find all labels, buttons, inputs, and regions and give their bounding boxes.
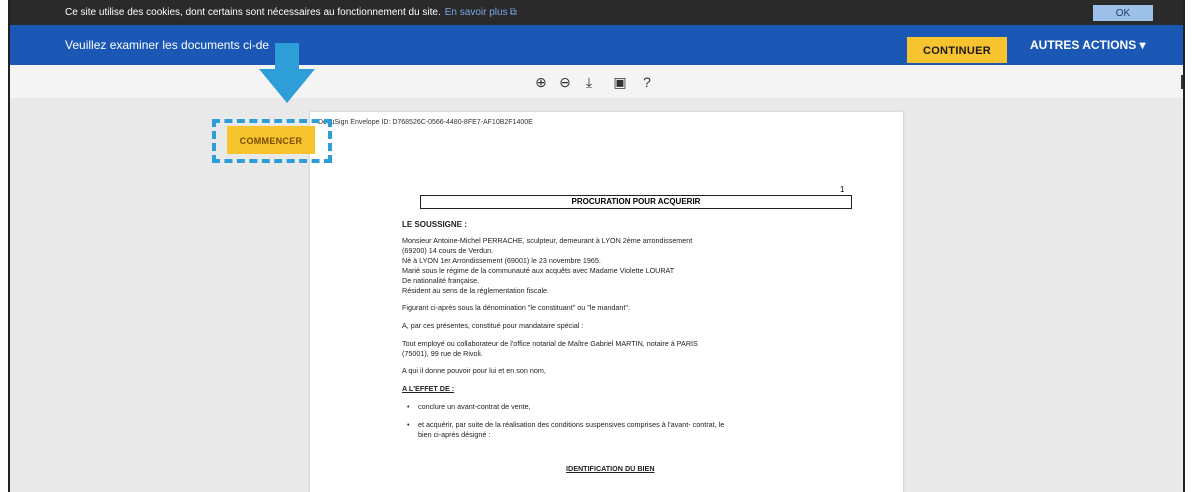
body-line: A, par ces présentes, constitué pour man… xyxy=(402,321,584,330)
print-icon[interactable]: ▣ xyxy=(611,73,629,91)
down-arrow-icon xyxy=(259,43,315,103)
bullet-line: et acquérir, par suite de la réalisation… xyxy=(418,420,725,429)
effect-heading: A L'EFFET DE : xyxy=(402,384,455,393)
body-line: (75001), 99 rue de Rivoli. xyxy=(402,349,483,358)
document-toolbar: ⊕ ⊖ ⤓ ▣ ? xyxy=(10,65,1183,99)
body-line: Tout employé ou collaborateur de l'offic… xyxy=(402,339,698,348)
continue-button[interactable]: CONTINUER xyxy=(907,37,1007,63)
cookie-ok-button[interactable]: OK xyxy=(1093,5,1153,21)
document-title: PROCURATION POUR ACQUERIR xyxy=(420,195,852,209)
body-line: Résident au sens de la réglementation fi… xyxy=(402,286,550,295)
review-instruction: Veuillez examiner les documents ci-de xyxy=(65,38,270,52)
zoom-out-icon[interactable]: ⊖ xyxy=(556,73,574,91)
other-actions-menu[interactable]: AUTRES ACTIONS ▾ xyxy=(1030,38,1146,52)
envelope-id: DocuSign Envelope ID: D768526C-0566-4480… xyxy=(318,119,533,126)
app-frame: Ce site utilise des cookies, dont certai… xyxy=(8,0,1185,492)
document-page: DocuSign Envelope ID: D768526C-0566-4480… xyxy=(310,112,903,492)
body-line: Monsieur Antoine-Michel PERRACHE, sculpt… xyxy=(402,236,693,245)
start-button[interactable]: COMMENCER xyxy=(227,126,315,154)
bullet-dot: • xyxy=(407,402,410,411)
undersigned-heading: LE SOUSSIGNE : xyxy=(402,220,467,229)
cookie-learn-more-link[interactable]: En savoir plus xyxy=(445,7,508,18)
download-icon[interactable]: ⤓ xyxy=(580,73,598,91)
bullet-dot: • xyxy=(407,420,410,429)
cookie-text: Ce site utilise des cookies, dont certai… xyxy=(65,7,441,18)
bullet-line: bien ci-après désigné : xyxy=(418,430,491,439)
body-line: A qui il donne pouvoir pour lui et en so… xyxy=(402,366,546,375)
bullet-line: conclure un avant-contrat de vente, xyxy=(418,402,531,411)
body-line: Figurant ci-après sous la dénomination "… xyxy=(402,303,630,312)
body-line: De nationalité française. xyxy=(402,276,480,285)
body-line: Né à LYON 1er Arrondissement (69001) le … xyxy=(402,256,601,265)
help-icon[interactable]: ? xyxy=(638,73,656,91)
body-line: Marié sous le régime de la communauté au… xyxy=(402,266,675,275)
cookie-banner: Ce site utilise des cookies, dont certai… xyxy=(10,0,1183,25)
body-line: (69200) 14 cours de Verdun. xyxy=(402,246,494,255)
zoom-in-icon[interactable]: ⊕ xyxy=(532,73,550,91)
page-number: 1 xyxy=(840,185,845,194)
document-viewer: DocuSign Envelope ID: D768526C-0566-4480… xyxy=(10,98,1183,492)
external-link-icon: ⧉ xyxy=(509,7,517,18)
signing-header: Veuillez examiner les documents ci-de CO… xyxy=(10,25,1183,65)
section-heading: IDENTIFICATION DU BIEN xyxy=(566,464,655,473)
toolbar-edge-handle xyxy=(1181,75,1183,89)
